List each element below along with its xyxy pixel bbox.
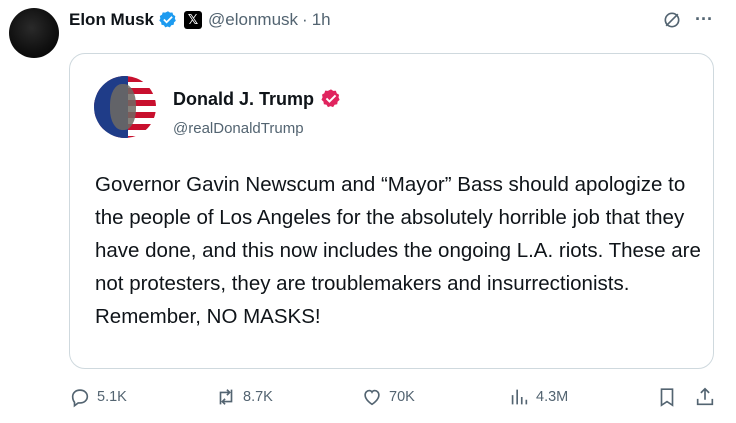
author-avatar[interactable] <box>9 8 59 58</box>
quoted-author-name[interactable]: Donald J. Trump <box>173 89 314 110</box>
views-button[interactable]: 4.3M <box>508 386 568 408</box>
action-bar: 5.1K 8.7K 70K 4.3M <box>0 386 736 414</box>
like-button[interactable]: 70K <box>361 386 415 408</box>
author-name[interactable]: Elon Musk <box>69 10 154 30</box>
quoted-post-text: Governor Gavin Newscum and “Mayor” Bass … <box>95 173 701 328</box>
views-icon <box>511 389 528 405</box>
repost-button[interactable]: 8.7K <box>215 386 273 408</box>
x-logo-icon: 𝕏 <box>184 11 203 29</box>
views-count: 4.3M <box>536 389 569 405</box>
like-icon <box>364 389 380 406</box>
quoted-author-avatar[interactable] <box>94 76 156 138</box>
bookmark-icon <box>660 388 674 407</box>
share-button[interactable] <box>694 386 716 408</box>
separator: · <box>302 10 308 29</box>
quoted-post[interactable]: Donald J. Trump @realDonaldTrump Governo… <box>69 53 714 369</box>
like-count: 70K <box>389 389 415 405</box>
share-icon <box>696 387 714 406</box>
author-handle[interactable]: @elonmusk <box>208 10 298 30</box>
repost-count: 8.7K <box>243 389 273 405</box>
more-icon[interactable]: ··· <box>693 9 715 31</box>
repost-icon <box>219 389 233 405</box>
verified-badge-icon <box>321 89 340 108</box>
reply-button[interactable]: 5.1K <box>69 386 127 408</box>
bookmark-button[interactable] <box>656 386 678 408</box>
post-header: Elon Musk 𝕏 @elonmusk · 1h <box>69 7 331 33</box>
verified-badge-icon <box>159 11 176 28</box>
reply-icon <box>71 389 89 408</box>
reply-count: 5.1K <box>97 389 127 405</box>
grok-icon[interactable] <box>662 10 682 30</box>
quoted-author-handle[interactable]: @realDonaldTrump <box>173 120 304 137</box>
post-time[interactable]: 1h <box>312 10 331 30</box>
